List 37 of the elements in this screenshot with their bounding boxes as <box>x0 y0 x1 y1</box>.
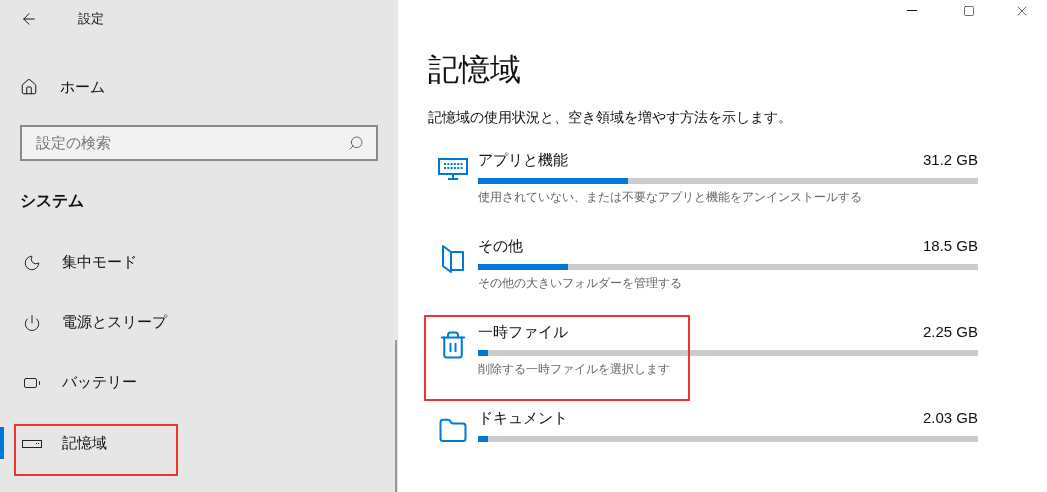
storage-category[interactable]: アプリと機能 31.2 GB 使用されていない、または不要なアプリと機能をアンインストールする <box>428 148 978 206</box>
category-size: 31.2 GB <box>922 149 978 170</box>
page-title: 記憶域 <box>428 50 521 89</box>
keyboard-monitor-icon <box>438 158 468 180</box>
category-hint: 使用されていない、または不要なアプリと機能をアンインストールする <box>478 189 862 206</box>
storage-category[interactable]: 一時ファイル 2.25 GB 削除する一時ファイルを選択します <box>428 320 978 378</box>
category-name: 一時ファイル <box>478 321 568 342</box>
minimize-icon <box>906 10 917 12</box>
sidebar-item[interactable]: 電源とスリープ <box>22 311 167 334</box>
category-hint: その他の大きいフォルダーを管理する <box>478 275 682 292</box>
sidebar-item[interactable]: 集中モード <box>22 251 137 274</box>
folder-icon <box>441 244 465 274</box>
storage-category[interactable]: ドキュメント 2.03 GB <box>428 406 978 446</box>
storage-category[interactable]: その他 18.5 GB その他の大きいフォルダーを管理する <box>428 234 978 292</box>
back-button[interactable] <box>20 10 38 28</box>
sidebar-item[interactable]: 記憶域 <box>22 432 107 455</box>
description-text: 記憶域の使用状況と、空き領域を増やす方法を示します。 <box>428 108 792 127</box>
search-icon <box>348 134 364 151</box>
moon-icon <box>23 253 41 272</box>
category-name: アプリと機能 <box>478 149 568 170</box>
power-icon <box>23 313 41 332</box>
category-name: ドキュメント <box>478 407 568 428</box>
category-size: 18.5 GB <box>922 235 978 256</box>
search-field[interactable]: 設定の検索 <box>20 124 378 161</box>
window-title: 設定 <box>78 10 104 29</box>
category-hint: 削除する一時ファイルを選択します <box>478 361 670 378</box>
category-size: 2.25 GB <box>922 321 978 342</box>
home-link[interactable]: ホーム <box>20 76 105 99</box>
category-name: その他 <box>478 235 523 256</box>
category-size: 2.03 GB <box>922 407 978 428</box>
scrollbar[interactable] <box>395 340 397 492</box>
home-icon <box>20 78 38 97</box>
section-heading: システム <box>20 190 85 211</box>
maximize-icon <box>962 4 975 17</box>
drive-icon <box>22 439 42 448</box>
sidebar-item[interactable]: バッテリー <box>22 371 137 394</box>
trash-icon <box>438 330 468 360</box>
